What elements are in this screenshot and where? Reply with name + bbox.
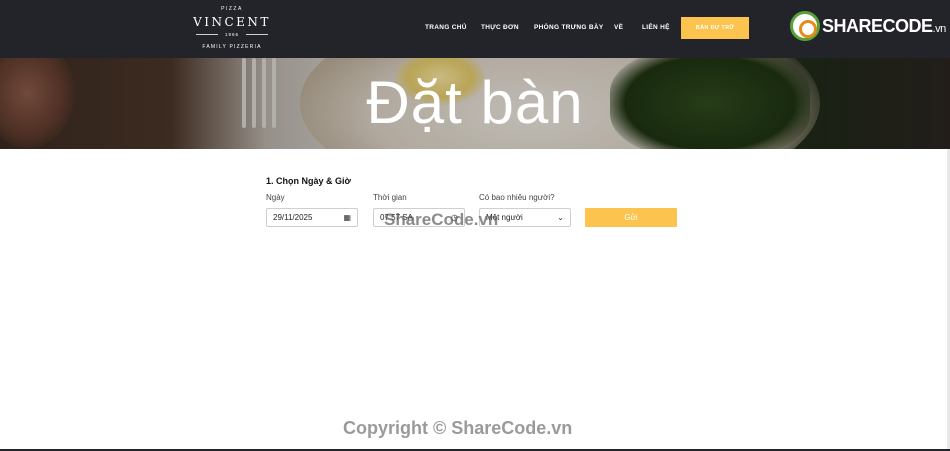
nav-item-contact[interactable]: LIÊN HỆ: [642, 24, 670, 31]
logo-divider-right: [246, 34, 268, 35]
date-field[interactable]: 29/11/2025 ▦: [266, 208, 358, 227]
hero-banner: Đặt bàn: [0, 58, 950, 149]
calendar-icon[interactable]: ▦: [343, 213, 351, 222]
sharecode-logo-icon: [790, 11, 820, 41]
sharecode-brand-text: SHARECODE.vn: [822, 16, 946, 37]
date-label: Ngày: [266, 193, 285, 202]
page-title: Đặt bàn: [366, 69, 584, 136]
chevron-down-icon: ⌄: [557, 213, 564, 222]
nav-item-about[interactable]: VỀ: [614, 24, 623, 31]
site-logo[interactable]: PIZZA VINCENT 1966 FAMILY PIZZERIA: [188, 4, 276, 52]
watermark-middle: ShareCode.vn: [384, 210, 499, 229]
logo-subtitle: FAMILY PIZZERIA: [202, 44, 262, 50]
logo-name: VINCENT: [193, 15, 271, 29]
sharecode-brand: SHARECODE.vn: [790, 10, 946, 42]
reserve-table-button[interactable]: BÀN DỰ TRỮ: [681, 17, 749, 39]
site-header: PIZZA VINCENT 1966 FAMILY PIZZERIA TRANG…: [0, 0, 950, 58]
step-title: 1. Chọn Ngày & Giờ: [266, 176, 351, 186]
people-label: Có bao nhiêu người?: [479, 193, 555, 202]
brand-name: SHARECODE: [822, 15, 933, 36]
watermark-copyright: Copyright © ShareCode.vn: [343, 418, 573, 438]
nav-item-home[interactable]: TRANG CHỦ: [425, 24, 467, 31]
time-label: Thời gian: [373, 193, 407, 202]
submit-button[interactable]: Gửi: [585, 208, 677, 227]
brand-tld: .vn: [932, 22, 947, 35]
nav-item-gallery[interactable]: PHÒNG TRƯNG BÀY: [534, 24, 603, 31]
logo-top-text: PIZZA: [221, 6, 243, 12]
nav-item-menu[interactable]: THỰC ĐƠN: [481, 24, 519, 31]
date-value: 29/11/2025: [273, 213, 313, 222]
